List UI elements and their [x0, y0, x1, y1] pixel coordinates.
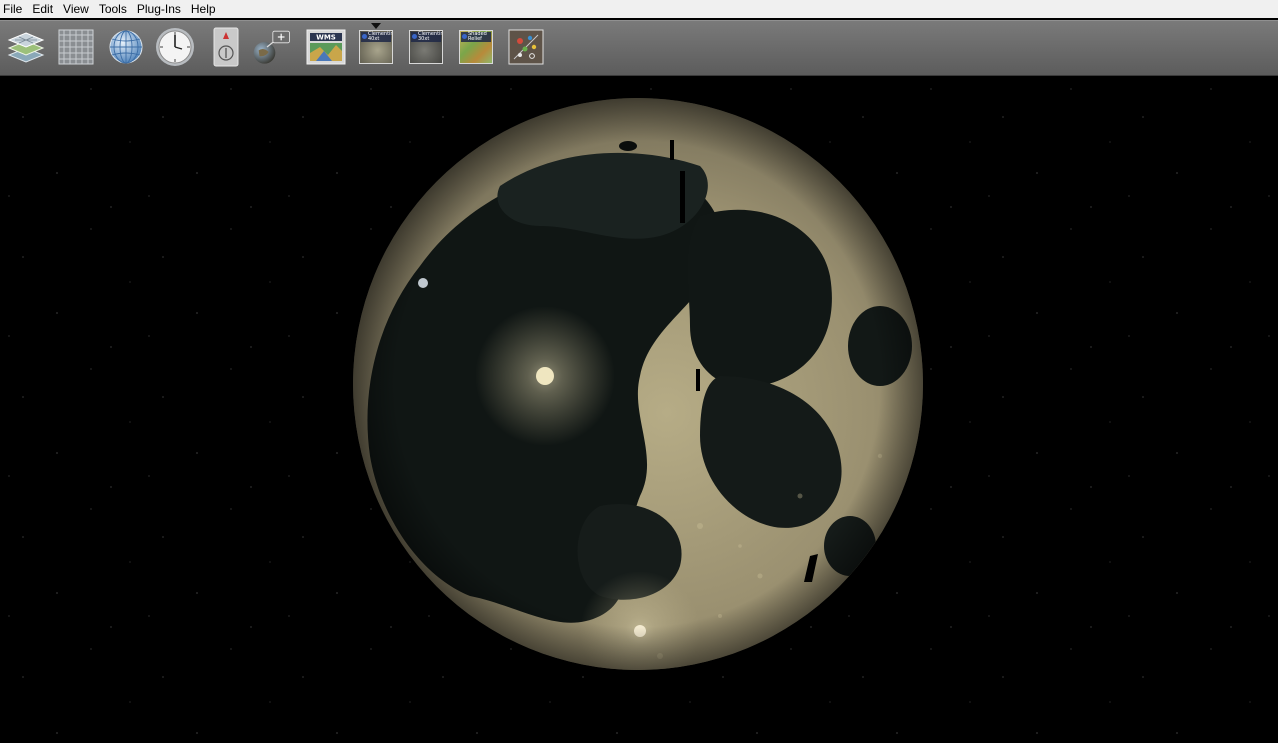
wms-icon: WMS — [306, 29, 346, 65]
layers-icon — [7, 32, 45, 63]
shaded-relief-button[interactable]: Shaded Relief — [456, 27, 496, 67]
svg-text:WMS: WMS — [316, 34, 336, 42]
wms-button[interactable]: WMS — [306, 27, 346, 67]
add-globe-icon — [253, 30, 290, 64]
clementine-40xt-button[interactable]: Clementin 40xt — [356, 23, 396, 67]
shaded-relief-icon: Shaded Relief — [459, 30, 493, 64]
globe-icon — [109, 30, 143, 64]
compass-icon — [213, 27, 239, 67]
selected-marker-icon — [371, 23, 381, 29]
menu-edit[interactable]: Edit — [28, 0, 59, 18]
menu-bar: File Edit View Tools Plug-Ins Help — [0, 0, 1278, 18]
add-globe-button[interactable] — [252, 27, 292, 67]
moon-thumbnail-icon: Clementin 30xt — [409, 30, 443, 64]
globe-button[interactable] — [106, 27, 146, 67]
clock-button[interactable] — [155, 27, 195, 67]
clock-icon — [156, 28, 194, 66]
tool-settings-button[interactable] — [506, 27, 546, 67]
globe-viewport[interactable] — [0, 76, 1278, 743]
layers-button[interactable] — [6, 27, 46, 67]
menu-plugins[interactable]: Plug-Ins — [133, 0, 187, 18]
menu-help[interactable]: Help — [187, 0, 222, 18]
menu-file[interactable]: File — [0, 0, 28, 18]
menu-tools[interactable]: Tools — [95, 0, 133, 18]
moon-thumbnail-icon: Clementin 40xt — [359, 30, 393, 64]
compass-button[interactable] — [206, 27, 246, 67]
moon-globe — [353, 98, 923, 670]
graticule-button[interactable] — [56, 27, 96, 67]
tool-settings-icon — [508, 29, 544, 65]
graticule-icon — [58, 29, 94, 65]
toolbar: WMS Clementin 40xt Clementin 30xt Shaded… — [0, 20, 1278, 76]
menu-view[interactable]: View — [59, 0, 95, 18]
clementine-30xt-button[interactable]: Clementin 30xt — [406, 27, 446, 67]
